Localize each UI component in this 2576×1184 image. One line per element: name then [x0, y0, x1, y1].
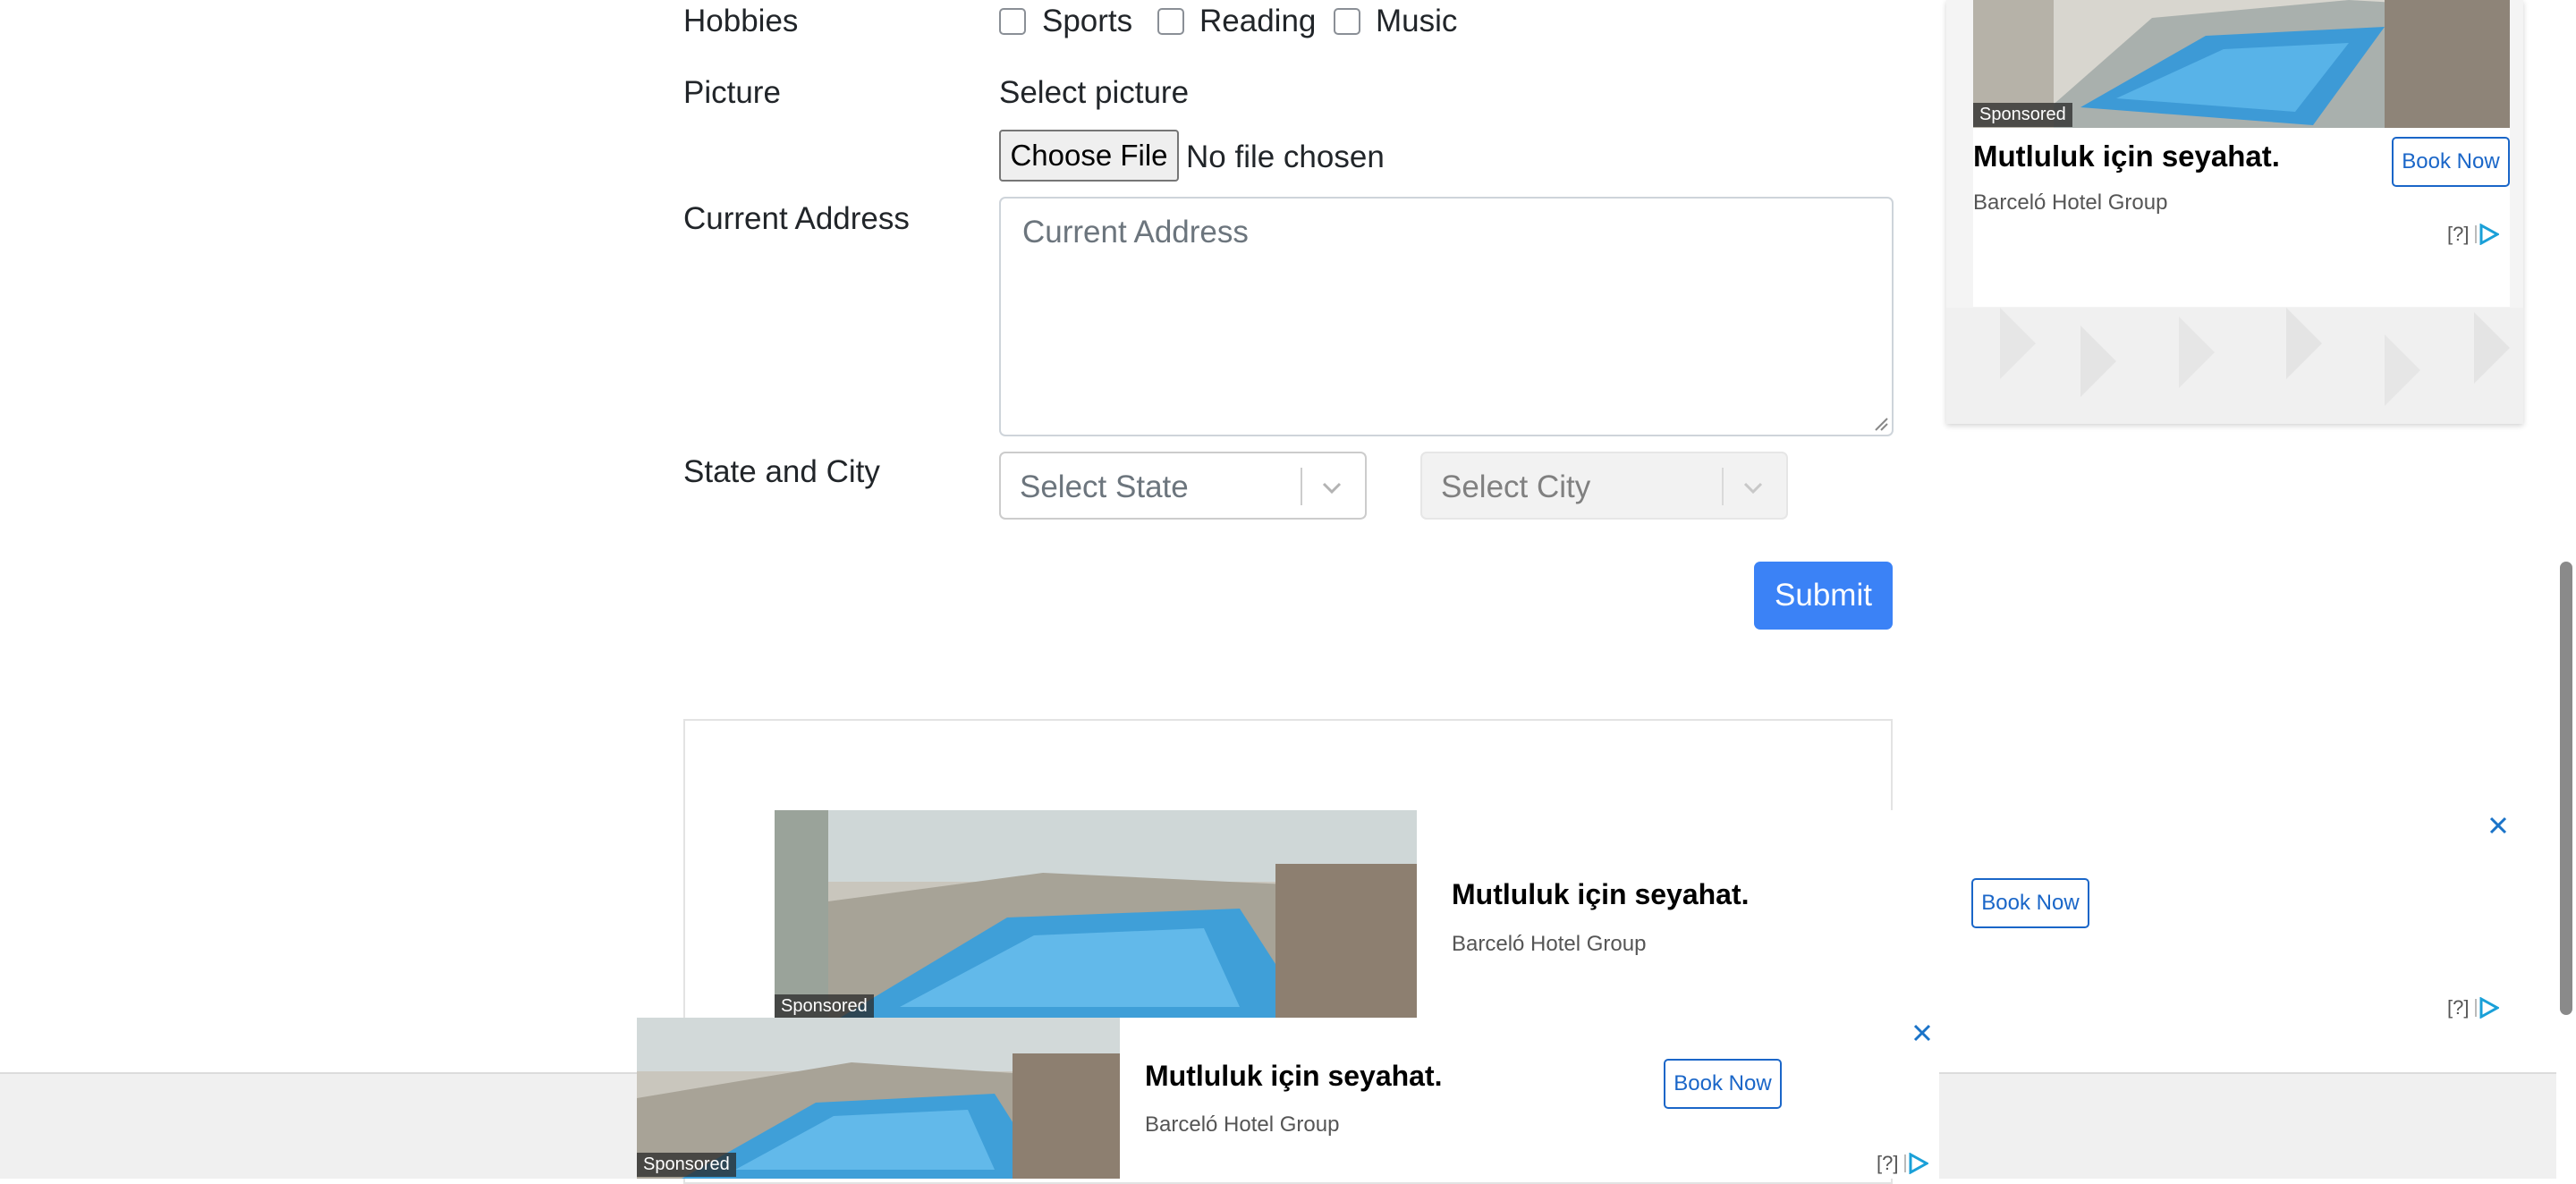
city-select-placeholder: Select City — [1441, 469, 1591, 504]
submit-button[interactable]: Submit — [1754, 562, 1893, 630]
adchoices[interactable]: [?] — [1877, 1152, 1929, 1175]
ad-advertiser: Barceló Hotel Group — [1452, 932, 1647, 956]
current-address-placeholder: Current Address — [1022, 215, 1249, 249]
chevron-down-icon[interactable] — [1738, 472, 1768, 503]
inline-ad: Sponsored Mutluluk için seyahat. Barceló… — [775, 810, 2519, 1025]
ad-advertiser: Barceló Hotel Group — [1973, 190, 2168, 215]
sidebar-ad: Sponsored Mutluluk için seyahat. Barceló… — [1946, 0, 2523, 424]
adchoices-help[interactable]: [?] — [2447, 996, 2469, 1019]
adchoices-icon[interactable] — [2474, 997, 2500, 1019]
sponsored-badge: Sponsored — [775, 994, 874, 1019]
adchoices-help[interactable]: [?] — [2447, 223, 2469, 246]
sponsored-badge: Sponsored — [1973, 103, 2072, 127]
book-now-button[interactable]: Book Now — [1971, 878, 2089, 928]
hotel-pool-image[interactable] — [775, 810, 1417, 1019]
book-now-button[interactable]: Book Now — [1664, 1059, 1782, 1109]
state-select[interactable]: Select State — [999, 452, 1367, 520]
current-address-textarea[interactable]: Current Address — [999, 197, 1894, 436]
adchoices[interactable]: [?] — [2447, 996, 2500, 1019]
hobbies-label: Hobbies — [683, 4, 799, 38]
adchoices-help[interactable]: [?] — [1877, 1152, 1898, 1175]
state-select-placeholder: Select State — [1020, 469, 1189, 504]
sponsored-badge: Sponsored — [637, 1153, 736, 1177]
ad-advertiser: Barceló Hotel Group — [1145, 1112, 1340, 1137]
reading-checkbox[interactable] — [1157, 8, 1184, 35]
chevron-down-icon[interactable] — [1317, 472, 1347, 503]
close-icon[interactable] — [1911, 1021, 1934, 1044]
city-select-separator — [1722, 468, 1724, 505]
ad-background-pattern — [1946, 308, 2523, 424]
select-picture-label: Select picture — [999, 75, 1190, 110]
picture-label: Picture — [683, 75, 781, 110]
adchoices-icon[interactable] — [2474, 224, 2500, 245]
sports-checkbox-label[interactable]: Sports — [1042, 4, 1132, 39]
sidebar-ad-card[interactable]: Sponsored Mutluluk için seyahat. Barceló… — [1973, 0, 2510, 307]
no-file-chosen-text: No file chosen — [1186, 140, 1385, 174]
book-now-button[interactable]: Book Now — [2392, 137, 2510, 187]
ad-headline[interactable]: Mutluluk için seyahat. — [1452, 878, 1750, 911]
state-city-label: State and City — [683, 454, 880, 489]
adchoices[interactable]: [?] — [2447, 223, 2500, 246]
adchoices-icon[interactable] — [1903, 1153, 1929, 1174]
music-checkbox-label[interactable]: Music — [1376, 4, 1457, 39]
ad-headline[interactable]: Mutluluk için seyahat. — [1145, 1060, 1443, 1093]
choose-file-button[interactable]: Choose File — [999, 130, 1179, 182]
sticky-ad: Sponsored Mutluluk için seyahat. Barceló… — [637, 1018, 1939, 1179]
sports-checkbox[interactable] — [999, 8, 1026, 35]
city-select[interactable]: Select City — [1420, 452, 1788, 520]
music-checkbox[interactable] — [1334, 8, 1360, 35]
reading-checkbox-label[interactable]: Reading — [1199, 4, 1316, 39]
current-address-label: Current Address — [683, 201, 910, 236]
scrollbar-thumb[interactable] — [2560, 562, 2572, 1015]
ad-headline[interactable]: Mutluluk için seyahat. — [1973, 140, 2280, 173]
resize-handle-icon[interactable] — [1872, 415, 1888, 431]
state-select-separator — [1301, 468, 1302, 505]
close-icon[interactable] — [2487, 814, 2510, 837]
